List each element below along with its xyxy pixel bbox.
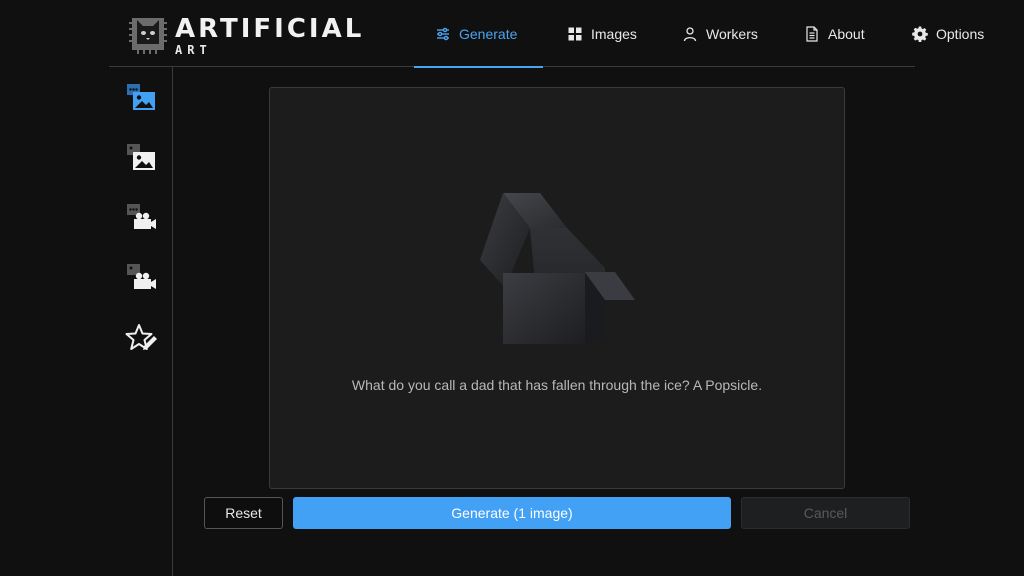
nav-tab-workers[interactable]: Workers: [682, 0, 758, 67]
mode-sidebar: [109, 67, 173, 576]
gear-icon: [912, 26, 928, 42]
empty-box-illustration: [480, 193, 635, 344]
nav-label: Generate: [459, 25, 518, 42]
preview-placeholder-message: What do you call a dad that has fallen t…: [351, 377, 763, 393]
generate-button[interactable]: Generate (1 image): [293, 497, 731, 529]
document-icon: [806, 25, 818, 42]
image-to-video-icon: [127, 264, 156, 289]
sliders-icon: [437, 27, 449, 40]
reset-button[interactable]: Reset: [204, 497, 283, 529]
grid-icon: [568, 27, 582, 40]
image-to-image-icon: [127, 144, 155, 170]
sidebar-item-text-to-image[interactable]: [123, 81, 159, 117]
sidebar-item-image-to-video[interactable]: [123, 261, 159, 297]
nav-tab-images[interactable]: Images: [567, 0, 637, 67]
sidebar-item-image-to-image[interactable]: [123, 141, 159, 177]
nav-tab-options[interactable]: Options: [912, 0, 984, 67]
sidebar-item-favorites-edit[interactable]: [123, 321, 159, 357]
nav-tab-generate[interactable]: Generate: [414, 0, 543, 68]
text-to-image-icon: [127, 84, 155, 110]
logo-subtitle: ART: [175, 43, 212, 57]
nav-label: Images: [591, 25, 637, 42]
text-to-video-icon: [127, 204, 156, 229]
cancel-button[interactable]: Cancel: [741, 497, 910, 529]
app-header: ARTIFICIAL ART Generate Images Workers A…: [109, 0, 984, 68]
nav-label: About: [828, 25, 865, 42]
nav-tab-about[interactable]: About: [804, 0, 865, 67]
cat-chip-logo-icon: [129, 18, 167, 54]
nav-label: Options: [936, 25, 985, 42]
nav-label: Workers: [706, 25, 758, 42]
sidebar-item-text-to-video[interactable]: [123, 201, 159, 237]
app-logo[interactable]: ARTIFICIAL ART: [129, 14, 364, 57]
logo-title: ARTIFICIAL: [175, 14, 365, 44]
star-edit-icon: [125, 324, 157, 350]
image-preview-panel: What do you call a dad that has fallen t…: [269, 87, 845, 489]
user-icon: [683, 26, 697, 41]
